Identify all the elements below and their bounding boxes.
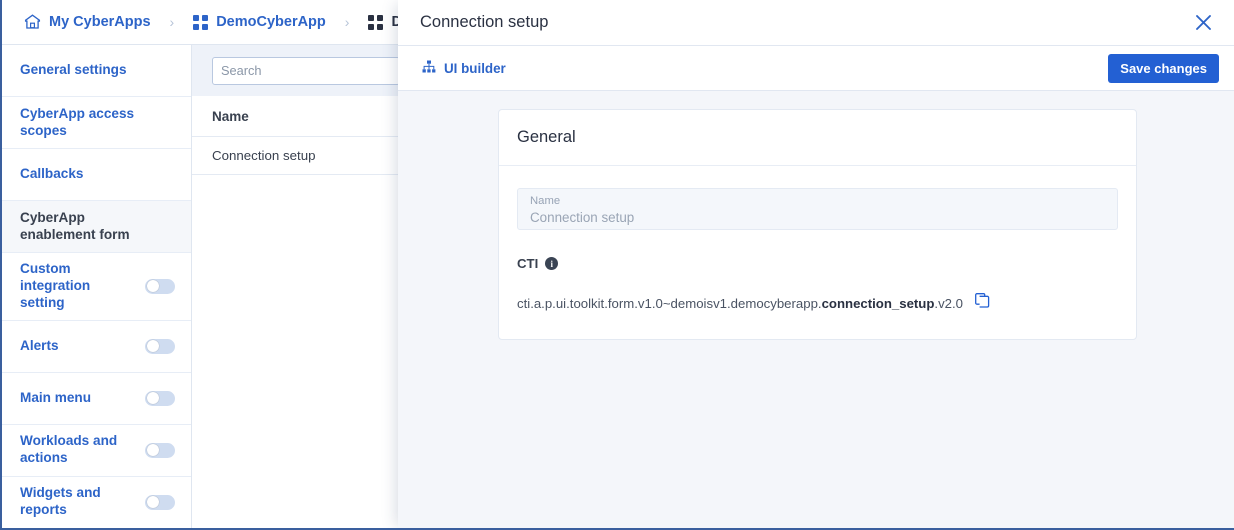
- home-icon: [24, 14, 41, 30]
- sidebar-item-cyberapp-enablement-form[interactable]: CyberApp enablement form: [2, 201, 191, 253]
- cti-value-suffix: .v2.0: [934, 295, 963, 311]
- connection-setup-panel: Connection setup UI builder Save changes…: [398, 0, 1234, 528]
- sidebar-item-label: Workloads and actions: [20, 433, 118, 466]
- panel-body: General Name Connection setup CTI i cti.…: [398, 91, 1234, 528]
- sidebar-item-general-settings[interactable]: General settings: [2, 45, 191, 97]
- breadcrumb-separator: ›: [169, 14, 175, 30]
- sidebar-toggle-widgets-and-reports[interactable]: [145, 494, 175, 510]
- sidebar-toggle-custom-integration-setting[interactable]: [145, 278, 175, 294]
- breadcrumb-label: DemoCyberApp: [216, 14, 326, 30]
- breadcrumb-label: My CyberApps: [49, 14, 151, 30]
- name-field-label: Name: [530, 195, 561, 207]
- tab-ui-builder[interactable]: UI builder: [422, 60, 506, 76]
- save-changes-button[interactable]: Save changes: [1108, 53, 1219, 83]
- cti-value-row: cti.a.p.ui.toolkit.form.v1.0~demoisv1.de…: [517, 293, 1118, 313]
- panel-header: Connection setup: [398, 0, 1234, 46]
- sidebar-item-main-menu[interactable]: Main menu: [2, 373, 191, 425]
- sidebar-item-callbacks[interactable]: Callbacks: [2, 149, 191, 201]
- row-name: Connection setup: [212, 148, 316, 163]
- cti-label: CTI: [517, 256, 539, 271]
- close-icon[interactable]: [1190, 10, 1216, 36]
- sidebar-item-label: Main menu: [20, 389, 91, 405]
- panel-toolbar: UI builder Save changes: [398, 46, 1234, 91]
- panel-title: Connection setup: [420, 13, 549, 31]
- table-empty-area: [192, 175, 400, 528]
- sidebar-toggle-workloads-and-actions[interactable]: [145, 442, 175, 458]
- copy-icon[interactable]: [975, 293, 990, 313]
- cti-value: cti.a.p.ui.toolkit.form.v1.0~demoisv1.de…: [517, 296, 963, 311]
- card-title: General: [499, 110, 1136, 166]
- sidebar-toggle-main-menu[interactable]: [145, 390, 175, 406]
- breadcrumb-separator: ›: [344, 14, 350, 30]
- name-field[interactable]: Name Connection setup: [517, 188, 1118, 230]
- card-body: Name Connection setup CTI i cti.a.p.ui.t…: [499, 166, 1136, 339]
- sidebar: General settings CyberApp access scopes …: [2, 45, 192, 528]
- sidebar-item-label: Widgets and reports: [20, 485, 101, 518]
- app-window: My CyberApps › DemoCyberApp › DemoCyb Ge…: [0, 0, 1234, 530]
- grid-icon: [193, 14, 209, 30]
- search-bar: Search: [192, 45, 400, 96]
- search-input[interactable]: Search: [212, 56, 400, 85]
- table-column-header-name: Name: [192, 96, 400, 137]
- info-icon[interactable]: i: [545, 257, 559, 270]
- sidebar-item-label: General settings: [20, 62, 127, 77]
- sidebar-item-label: Custom integration setting: [20, 261, 91, 310]
- sidebar-item-label: Alerts: [20, 337, 59, 353]
- list-pane: Search Name Connection setup: [192, 45, 400, 528]
- breadcrumb-item-my-cyberapps[interactable]: My CyberApps: [24, 14, 151, 30]
- sidebar-item-label: Callbacks: [20, 166, 84, 181]
- sidebar-item-label: CyberApp enablement form: [20, 209, 130, 242]
- cti-label-row: CTI i: [517, 256, 1118, 271]
- column-header-label: Name: [212, 108, 249, 124]
- sidebar-item-cyberapp-access-scopes[interactable]: CyberApp access scopes: [2, 97, 191, 149]
- breadcrumb-item-democyberapp[interactable]: DemoCyberApp: [193, 14, 326, 30]
- sidebar-item-alerts[interactable]: Alerts: [2, 321, 191, 373]
- cti-value-bold: connection_setup: [821, 295, 935, 311]
- name-field-value: Connection setup: [530, 210, 635, 225]
- search-placeholder: Search: [221, 63, 262, 78]
- sidebar-item-workloads-and-actions[interactable]: Workloads and actions: [2, 425, 191, 477]
- sidebar-item-label: CyberApp access scopes: [20, 105, 135, 138]
- grid-icon: [368, 14, 384, 30]
- hierarchy-icon: [422, 60, 436, 76]
- tab-label: UI builder: [444, 60, 506, 76]
- table-row[interactable]: Connection setup: [192, 137, 400, 175]
- general-card: General Name Connection setup CTI i cti.…: [498, 109, 1137, 340]
- cti-value-prefix: cti.a.p.ui.toolkit.form.v1.0~demoisv1.de…: [517, 295, 822, 311]
- sidebar-toggle-alerts[interactable]: [145, 338, 175, 354]
- sidebar-item-custom-integration-setting[interactable]: Custom integration setting: [2, 253, 191, 321]
- sidebar-item-widgets-and-reports[interactable]: Widgets and reports: [2, 477, 191, 528]
